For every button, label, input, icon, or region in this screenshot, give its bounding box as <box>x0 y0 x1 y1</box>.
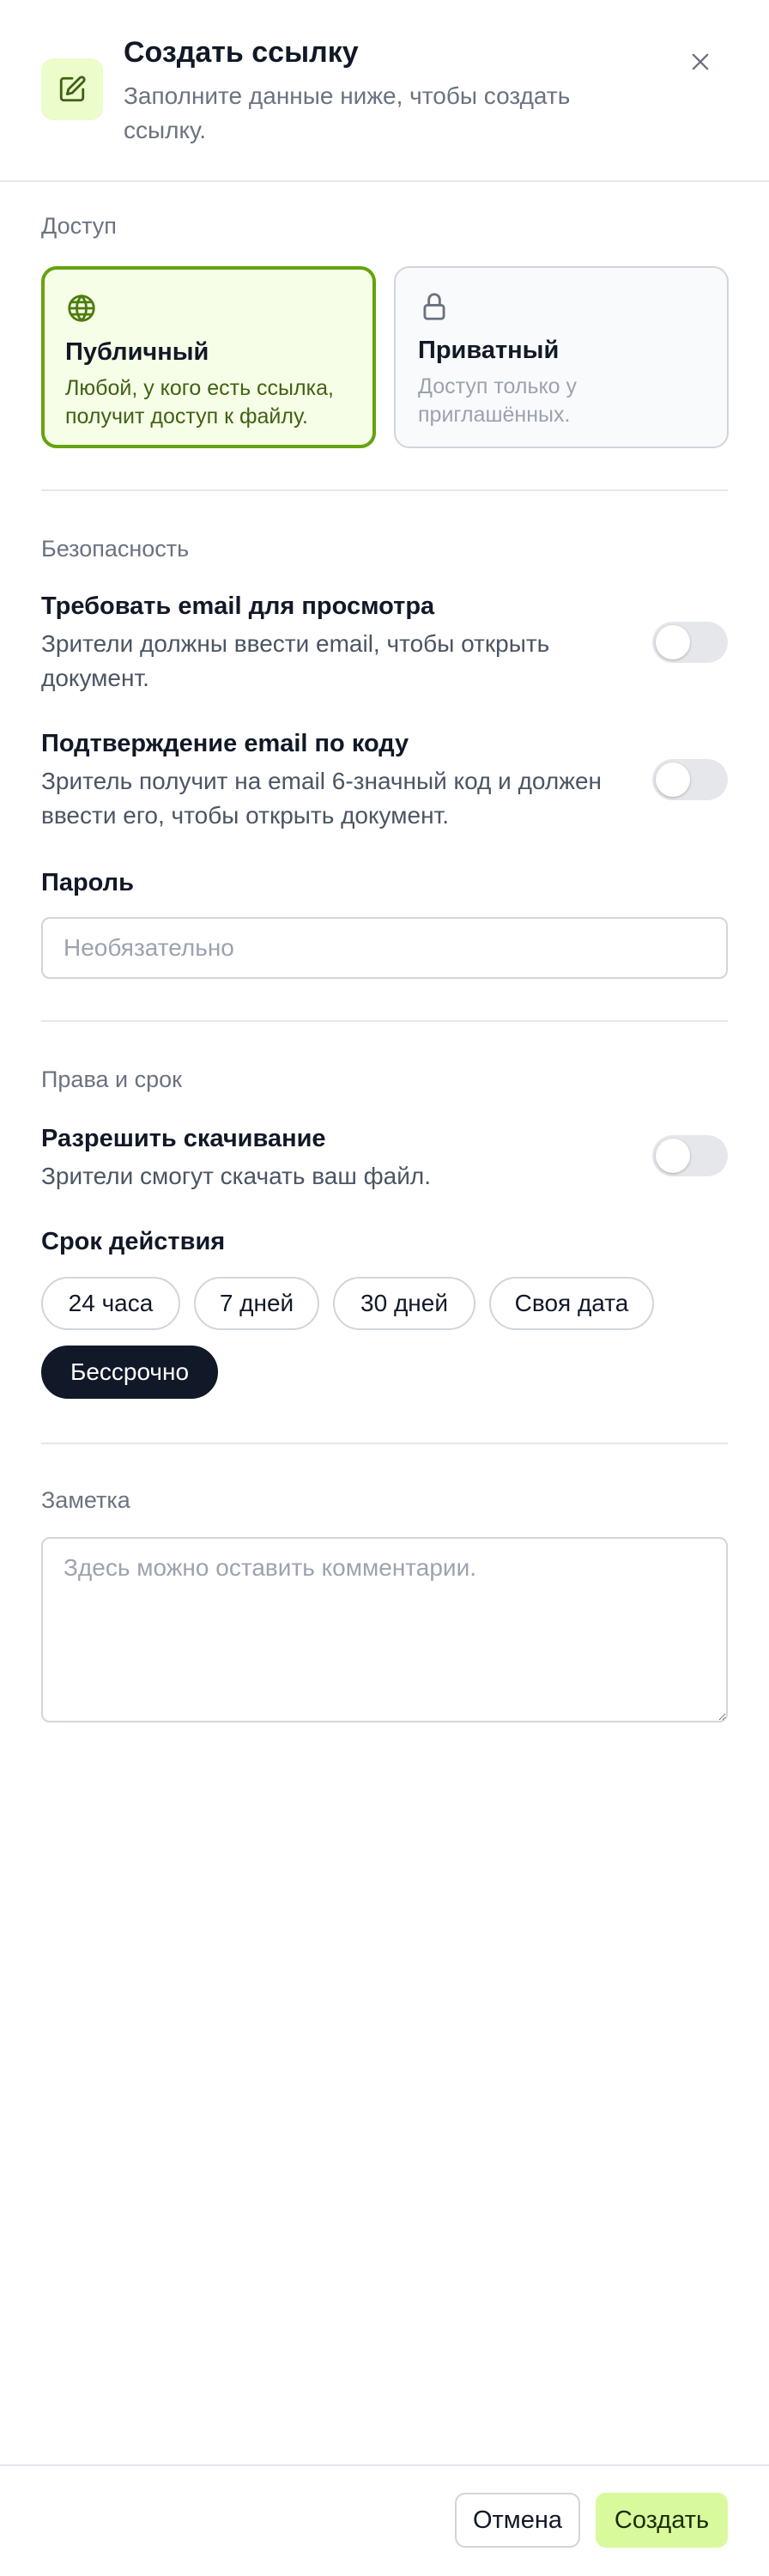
download-title: Разрешить скачивание <box>41 1125 326 1152</box>
toggle-knob <box>656 1139 690 1173</box>
cancel-button[interactable]: Отмена <box>455 2493 580 2548</box>
access-option-title: Публичный <box>65 338 209 366</box>
dialog-title: Создать ссылку <box>124 36 359 69</box>
lock-icon <box>418 290 451 323</box>
note-section-label: Заметка <box>41 1487 130 1513</box>
access-option-public[interactable]: Публичный Любой, у кого есть ссылка, пол… <box>41 266 376 448</box>
password-label: Пароль <box>41 869 134 896</box>
expiry-option-custom[interactable]: Своя дата <box>489 1277 654 1330</box>
divider <box>41 489 728 491</box>
password-input[interactable] <box>41 917 728 979</box>
download-desc: Зрители смогут скачать ваш файл. <box>41 1163 431 1189</box>
expiry-option-30d[interactable]: 30 дней <box>333 1277 475 1330</box>
create-button[interactable]: Создать <box>596 2493 728 2548</box>
close-icon[interactable] <box>683 45 718 79</box>
toggle-knob <box>656 762 690 797</box>
download-toggle[interactable] <box>652 1135 728 1176</box>
globe-icon <box>65 292 98 325</box>
expiry-label: Срок действия <box>41 1228 226 1255</box>
access-option-title: Приватный <box>418 337 560 364</box>
edit-icon <box>41 58 103 120</box>
toggle-knob <box>656 625 690 659</box>
dialog-subtitle: Заполните данные ниже, чтобы создать ссы… <box>124 82 571 143</box>
security-section-label: Безопасность <box>41 536 190 562</box>
require-email-toggle[interactable] <box>652 622 728 663</box>
dialog-header: Создать ссылку Заполните данные ниже, чт… <box>0 0 769 182</box>
require-email-title: Требовать email для просмотра <box>41 592 435 620</box>
create-link-dialog: Создать ссылку Заполните данные ниже, чт… <box>0 0 769 2576</box>
require-email-desc: Зрители должны ввести email, чтобы откры… <box>41 630 550 691</box>
expiry-option-24h[interactable]: 24 часа <box>41 1277 180 1330</box>
rights-section-label: Права и срок <box>41 1066 182 1092</box>
email-code-toggle[interactable] <box>652 759 728 800</box>
email-code-desc: Зритель получит на email 6-значный код и… <box>41 768 602 829</box>
email-code-title: Подтверждение email по коду <box>41 730 409 757</box>
divider <box>41 1443 728 1444</box>
access-option-desc: Доступ только у приглашённых. <box>418 374 578 427</box>
divider <box>41 1020 728 1022</box>
expiry-option-forever[interactable]: Бессрочно <box>41 1346 218 1399</box>
access-option-desc: Любой, у кого есть ссылка, получит досту… <box>65 376 334 428</box>
footer-divider <box>0 2464 769 2466</box>
access-option-private[interactable]: Приватный Доступ только у приглашённых. <box>394 266 729 448</box>
access-section-label: Доступ <box>41 213 117 239</box>
expiry-option-7d[interactable]: 7 дней <box>194 1277 319 1330</box>
note-textarea[interactable] <box>41 1537 728 1722</box>
